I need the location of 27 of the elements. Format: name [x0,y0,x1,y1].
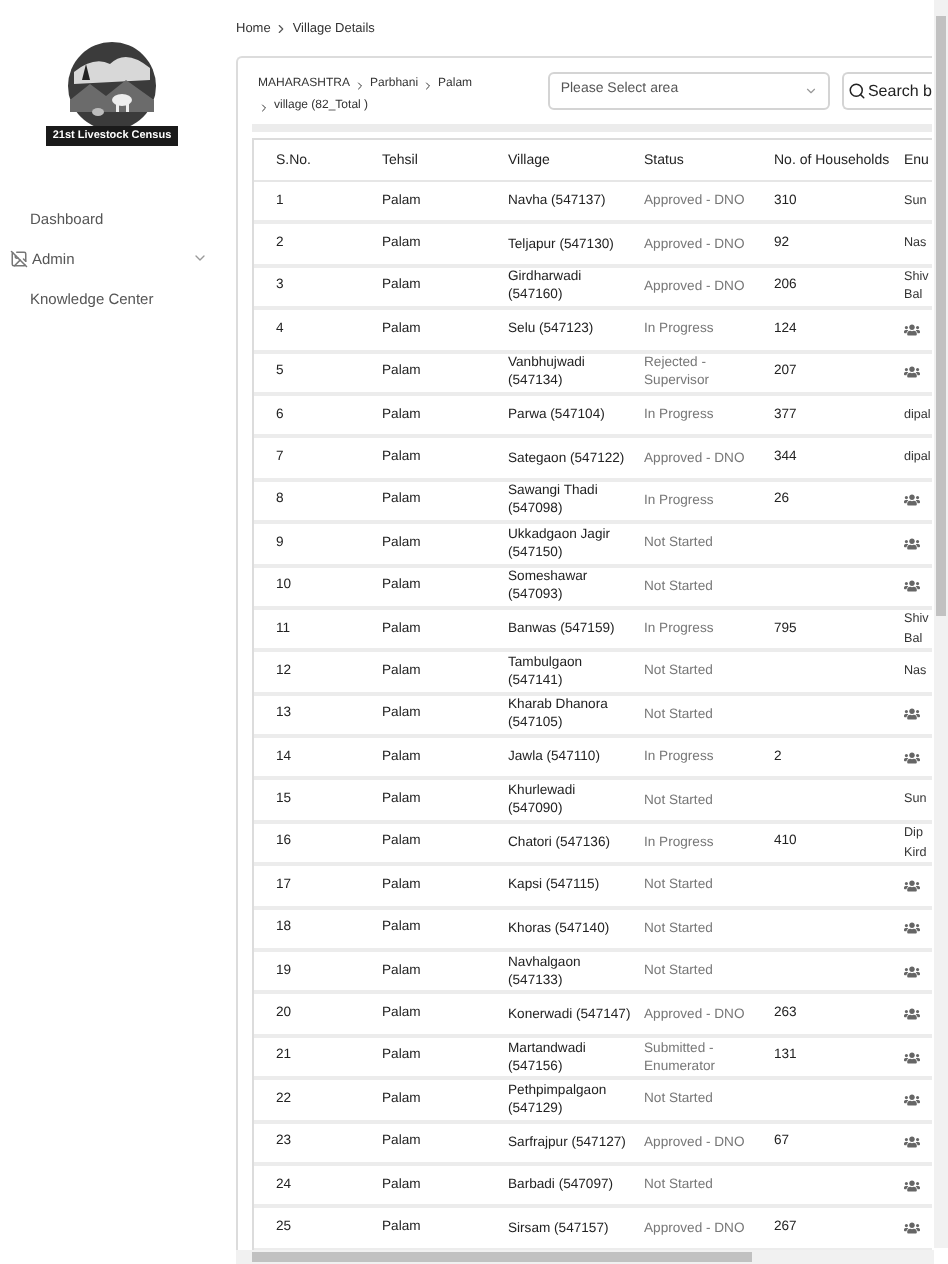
search-button[interactable]: Search b [841,72,932,110]
users-icon [904,578,920,595]
users-icon [904,749,920,766]
chevron-right-icon [354,79,367,91]
users-icon [904,1049,920,1065]
users-icon [904,535,920,552]
logo-emblem-icon [66,40,158,132]
users-icon [904,1134,920,1151]
users-icon [904,706,920,723]
scrollbar-thumb[interactable] [252,1252,752,1262]
users-icon [904,1177,920,1194]
users-icon [904,364,920,381]
search-icon [847,82,866,100]
users-icon [904,492,920,509]
users-icon [904,1091,920,1108]
users-icon [904,877,920,894]
users-icon [904,321,920,338]
scrollbar-thumb[interactable] [936,16,946,616]
chevron-right-icon [258,101,270,113]
chevron-right-icon [274,22,289,36]
users-icon [904,1006,920,1023]
chevron-right-icon [422,79,435,91]
users-icon [904,1220,920,1237]
users-icon [904,920,920,937]
broken-image-icon [10,249,28,268]
caret-icon [803,84,818,98]
users-icon [904,963,920,980]
